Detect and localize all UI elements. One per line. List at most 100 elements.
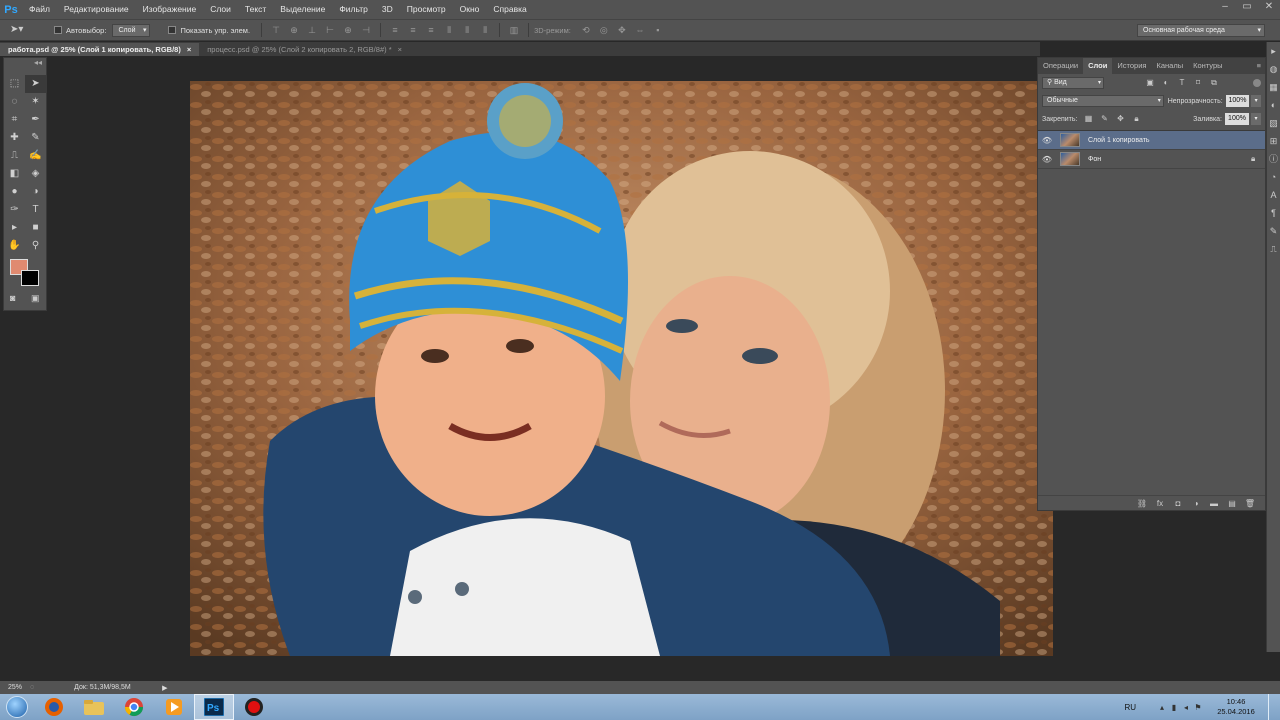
minimize-button[interactable]: – [1214, 0, 1236, 15]
status-menu-arrow-icon[interactable]: ▶ [162, 684, 167, 692]
clone-source-panel-icon[interactable]: ⎍ [1267, 240, 1280, 258]
delete-layer-icon[interactable]: 🗑︎ [1241, 499, 1259, 508]
align-top-icon[interactable]: ⊤ [270, 24, 282, 36]
paragraph-panel-icon[interactable]: ¶ [1267, 204, 1280, 222]
styles-panel-icon[interactable]: ▧ [1267, 114, 1280, 132]
brush-panel-icon[interactable]: ✎ [1267, 222, 1280, 240]
network-icon[interactable]: ▮ [1168, 703, 1180, 712]
tab-actions[interactable]: Операции [1038, 58, 1083, 74]
healing-brush-icon[interactable]: ✚ [4, 129, 25, 147]
filter-toggle-icon[interactable] [1253, 79, 1261, 87]
menu-edit[interactable]: Редактирование [57, 0, 136, 19]
filter-adjustment-icon[interactable]: ◐ [1160, 77, 1172, 89]
align-vcenter-icon[interactable]: ⊕ [288, 24, 300, 36]
properties-panel-icon[interactable]: ⊞ [1267, 132, 1280, 150]
link-layers-icon[interactable]: ⛓ [1133, 499, 1151, 508]
clock[interactable]: 10:46 25.04.2016 [1204, 697, 1268, 717]
character-panel-icon[interactable]: A [1267, 186, 1280, 204]
show-desktop-button[interactable] [1268, 694, 1280, 720]
opacity-input[interactable]: 100% [1225, 95, 1250, 107]
auto-align-icon[interactable]: ▥ [508, 24, 520, 36]
marquee-icon[interactable]: ⬚ [4, 75, 25, 93]
close-tab-icon[interactable]: × [398, 45, 402, 54]
screen-mode-icon[interactable]: ▣ [31, 293, 40, 304]
lock-transparent-icon[interactable]: ▦ [1082, 113, 1094, 125]
history-brush-icon[interactable]: ✍ [25, 147, 46, 165]
info-panel-icon[interactable]: ⓘ [1267, 150, 1280, 168]
layer-filter-kind-dropdown[interactable]: ⚲ Вид [1042, 77, 1104, 89]
taskbar-media-player[interactable] [154, 694, 194, 720]
distribute-bottom-icon[interactable]: ≡ [425, 24, 437, 36]
show-controls-checkbox[interactable] [168, 26, 177, 34]
add-mask-icon[interactable]: ◘ [1169, 499, 1187, 508]
filter-shape-icon[interactable]: ⌑ [1192, 77, 1204, 89]
align-left-icon[interactable]: ⊢ [324, 24, 336, 36]
move-icon[interactable]: ➤ [25, 75, 46, 93]
menu-window[interactable]: Окно [453, 0, 487, 19]
tab-document-process[interactable]: процесс.psd @ 25% (Слой 2 копировать 2, … [199, 43, 411, 56]
pen-icon[interactable]: ✑ [4, 201, 25, 219]
tab-document-rabota[interactable]: работа.psd @ 25% (Слой 1 копировать, RGB… [0, 43, 200, 56]
dock-collapse-icon[interactable]: ▸ [1267, 42, 1280, 60]
menu-select[interactable]: Выделение [273, 0, 332, 19]
visibility-eye-icon[interactable]: 👁︎ [1038, 136, 1056, 145]
taskbar-firefox[interactable] [34, 694, 74, 720]
navigator-panel-icon[interactable]: ◔ [1267, 168, 1280, 186]
workspace-dropdown[interactable]: Основная рабочая среда [1137, 24, 1265, 37]
restore-button[interactable]: ▭ [1236, 0, 1258, 15]
visibility-eye-icon[interactable]: 👁︎ [1038, 155, 1056, 164]
menu-3d[interactable]: 3D [375, 0, 400, 19]
menu-type[interactable]: Текст [238, 0, 273, 19]
eyedropper-icon[interactable]: ✒ [25, 111, 46, 129]
swatches-panel-icon[interactable]: ▦ [1267, 78, 1280, 96]
taskbar-photoshop[interactable]: Ps [194, 694, 234, 720]
paint-bucket-icon[interactable]: ◈ [25, 165, 46, 183]
taskbar-explorer[interactable] [74, 694, 114, 720]
3d-slide-icon[interactable]: ⇔ [634, 24, 646, 36]
menu-help[interactable]: Справка [486, 0, 533, 19]
new-layer-icon[interactable]: ▤ [1223, 499, 1241, 508]
crop-icon[interactable]: ⌗ [4, 111, 25, 129]
layer-row-background[interactable]: 👁︎ Фон 🔒︎ [1038, 150, 1265, 169]
layer-row-copy[interactable]: 👁︎ Слой 1 копировать [1038, 131, 1265, 150]
dodge-icon[interactable]: ◑ [25, 183, 46, 201]
document-canvas-photo[interactable] [190, 81, 1053, 656]
align-right-icon[interactable]: ⊣ [360, 24, 372, 36]
distribute-left-icon[interactable]: ⦀ [443, 24, 455, 36]
menu-layers[interactable]: Слои [203, 0, 238, 19]
background-color-swatch[interactable] [21, 270, 39, 286]
fill-slider-arrow[interactable]: ▾ [1251, 113, 1261, 125]
language-indicator[interactable]: RU [1124, 703, 1136, 712]
type-icon[interactable]: T [25, 201, 46, 219]
toolbox-collapse-icon[interactable]: ◂◂ [4, 58, 46, 75]
filter-smart-object-icon[interactable]: ⧉ [1208, 77, 1220, 89]
taskbar-recorder[interactable] [234, 694, 274, 720]
color-panel-icon[interactable]: ◍ [1267, 60, 1280, 78]
blend-mode-dropdown[interactable]: Обычные [1042, 95, 1164, 107]
3d-rotate-icon[interactable]: ⟲ [580, 24, 592, 36]
start-button[interactable] [0, 694, 34, 720]
distribute-right-icon[interactable]: ⦀ [479, 24, 491, 36]
3d-pan-icon[interactable]: ✥ [616, 24, 628, 36]
magic-wand-icon[interactable]: ✶ [25, 93, 46, 111]
tab-history[interactable]: История [1112, 58, 1151, 74]
autoselect-dropdown[interactable]: Слой [112, 23, 151, 37]
clone-stamp-icon[interactable]: ⎍ [4, 147, 25, 165]
distribute-top-icon[interactable]: ≡ [389, 24, 401, 36]
3d-scale-icon[interactable]: ▪ [652, 24, 664, 36]
menu-file[interactable]: Файл [22, 0, 57, 19]
distribute-hcenter-icon[interactable]: ⦀ [461, 24, 473, 36]
layer-style-fx-icon[interactable]: fx [1151, 499, 1169, 508]
tab-paths[interactable]: Контуры [1188, 58, 1227, 74]
distribute-vcenter-icon[interactable]: ≡ [407, 24, 419, 36]
notifications-icon[interactable]: ⚑ [1192, 703, 1204, 712]
align-bottom-icon[interactable]: ⊥ [306, 24, 318, 36]
filter-pixel-icon[interactable]: ▣ [1144, 77, 1156, 89]
zoom-icon[interactable]: ⚲ [25, 237, 46, 255]
rectangle-icon[interactable]: ■ [25, 219, 46, 237]
filter-type-icon[interactable]: T [1176, 77, 1188, 89]
brush-icon[interactable]: ✎ [25, 129, 46, 147]
tab-channels[interactable]: Каналы [1151, 58, 1188, 74]
tool-preset-picker[interactable]: ➤▾ [10, 22, 46, 38]
autoselect-checkbox[interactable] [54, 26, 62, 34]
